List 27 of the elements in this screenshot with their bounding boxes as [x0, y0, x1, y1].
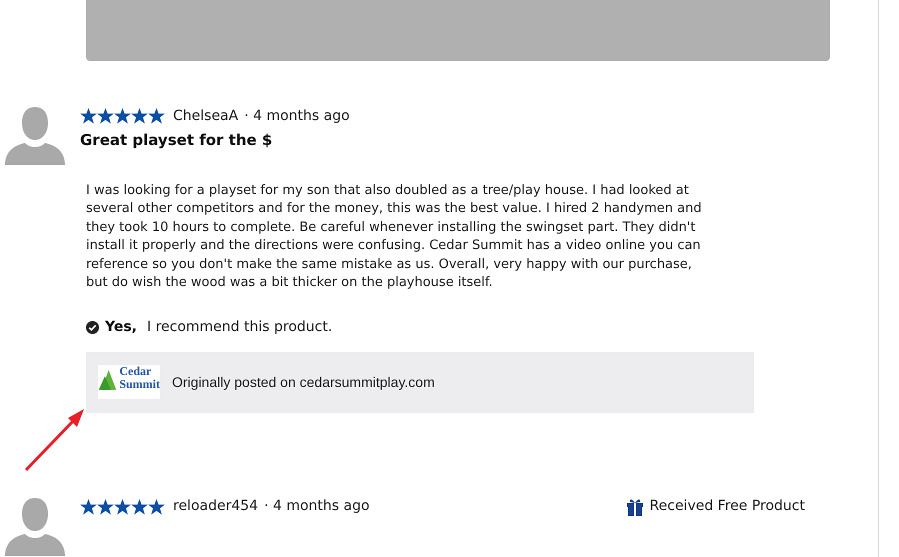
star-icon: [80, 498, 97, 514]
avatar-icon: [5, 496, 65, 556]
check-circle-icon: [86, 320, 99, 334]
star-icon: [131, 498, 148, 514]
source-text: Originally posted on cedarsummitplay.com: [172, 372, 435, 392]
logo-text: Cedar: [119, 365, 152, 378]
recommend-text: I recommend this product.: [147, 318, 332, 336]
recommend-answer: Yes,: [105, 318, 137, 336]
avatar-icon: [5, 105, 65, 165]
annotation-arrow: [24, 408, 86, 472]
review-body: I was looking for a playset for my son that also doubled as a tree/play house. I had looked at several other competitors and for the money, this was the best value. I hired 2 handymen and they took 10 hours to complete. Be careful whenever installing the swingset part. They didn't install it properly and the directions were confusing. Cedar Summit has a video online you can reference so you don't make the same mistake as us. Overall, very happy with our purchase, but do wish the wood was a bit thicker on the playhouse itself.: [86, 182, 703, 292]
review-time: · 4 months ago: [264, 497, 370, 516]
star-icon: [148, 498, 165, 514]
star-icon: [97, 108, 114, 124]
star-icon: [97, 498, 114, 514]
free-product-label: Received Free Product: [650, 497, 805, 516]
star-icon: [114, 498, 131, 514]
star-icon: [131, 108, 148, 124]
reviewer-name: reloader454: [173, 497, 258, 516]
logo-text: Summit: [119, 378, 160, 391]
review-time: · 4 months ago: [244, 106, 350, 126]
star-icon: [148, 108, 165, 124]
reviewer-name: ChelseaA: [173, 106, 238, 126]
star-icon: [114, 108, 131, 124]
review-title: Great playset for the $: [80, 130, 274, 151]
star-icon: [80, 108, 97, 124]
gift-icon: [626, 498, 644, 516]
